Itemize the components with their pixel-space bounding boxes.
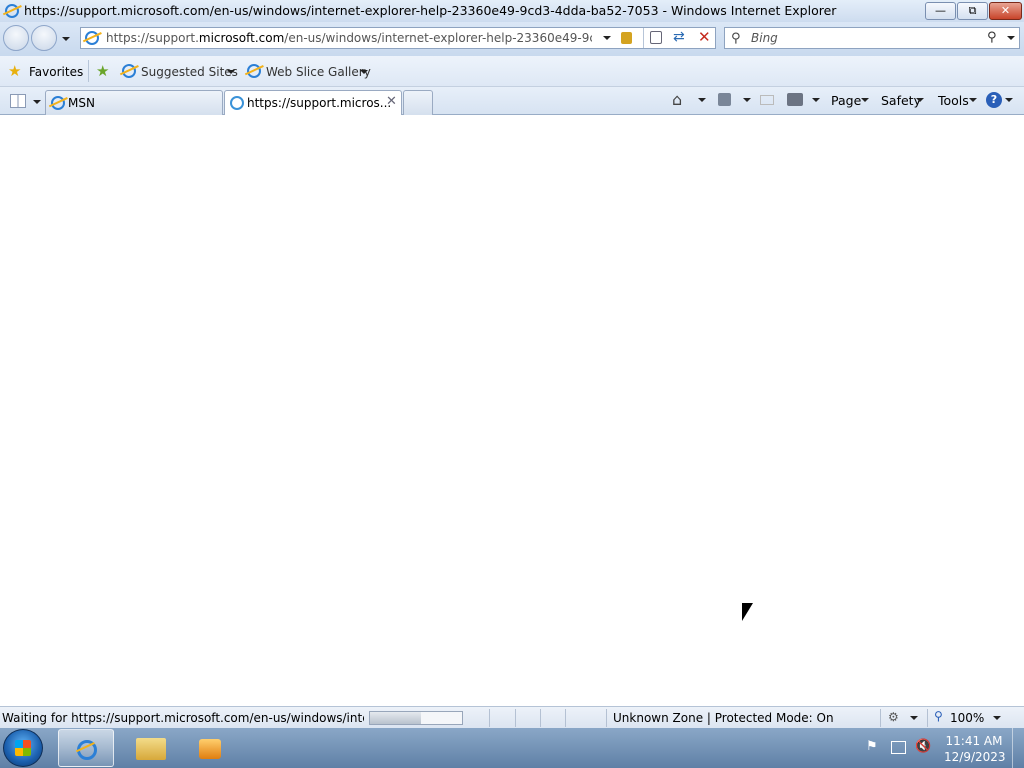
action-center-flag-icon[interactable]: ⚑ — [866, 739, 878, 754]
tools-menu[interactable]: Tools — [938, 93, 969, 108]
status-bar: Waiting for https://support.microsoft.co… — [0, 706, 1024, 728]
help-dropdown[interactable] — [1005, 98, 1013, 102]
back-button[interactable] — [3, 25, 29, 51]
tools-menu-dropdown — [969, 98, 977, 102]
navigation-bar: https://support.microsoft.com/en-us/wind… — [0, 22, 1024, 56]
recent-pages-dropdown[interactable] — [62, 37, 70, 41]
taskbar: ⚑ 🔇 11:41 AM 12/9/2023 — [0, 728, 1024, 768]
web-slice-gallery-dropdown[interactable] — [360, 70, 368, 74]
taskbar-internet-explorer[interactable] — [58, 729, 114, 767]
page-menu-dropdown — [861, 98, 869, 102]
clock-time: 11:41 AM — [945, 734, 1003, 748]
title-bar: https://support.microsoft.com/en-us/wind… — [0, 0, 1024, 22]
tab-support-microsoft[interactable]: https://support.micros... ✕ — [224, 90, 402, 115]
search-options-dropdown[interactable] — [1007, 36, 1015, 40]
web-slice-gallery-link[interactable]: Web Slice Gallery — [266, 65, 371, 79]
refresh-icon[interactable]: ⇄ — [673, 29, 685, 45]
system-clock[interactable]: 11:41 AM 12/9/2023 — [944, 733, 1006, 765]
forward-button[interactable] — [31, 25, 57, 51]
address-dropdown[interactable] — [603, 36, 611, 40]
security-zone[interactable]: Unknown Zone | Protected Mode: On — [613, 711, 834, 725]
address-bar[interactable]: https://support.microsoft.com/en-us/wind… — [80, 27, 716, 49]
print-icon[interactable] — [787, 93, 803, 106]
zoom-level[interactable]: 100% — [950, 711, 984, 725]
add-to-favorites-bar-icon[interactable]: ★ — [96, 62, 109, 80]
home-dropdown[interactable] — [698, 98, 706, 102]
windows-logo-icon — [15, 740, 31, 756]
restore-button[interactable]: ⧉ — [957, 2, 988, 20]
folder-icon — [136, 738, 166, 760]
window-title: https://support.microsoft.com/en-us/wind… — [24, 3, 837, 18]
show-desktop-button[interactable] — [1012, 728, 1024, 768]
zoom-icon: ⚲ — [934, 709, 943, 723]
favorites-bar: ★ Favorites ★ Suggested Sites Web Slice … — [0, 56, 1024, 87]
compatibility-view-icon[interactable] — [650, 31, 662, 44]
suggested-sites-dropdown[interactable] — [227, 70, 235, 74]
home-icon[interactable]: ⌂ — [672, 90, 682, 109]
tab-label: https://support.micros... — [247, 96, 392, 110]
quick-tabs-icon[interactable] — [10, 94, 26, 108]
search-box[interactable]: ⚲ Bing ⚲ — [724, 27, 1020, 49]
search-placeholder: Bing — [751, 31, 778, 45]
security-lock-icon[interactable] — [621, 32, 632, 44]
page-icon — [85, 31, 99, 45]
feeds-icon[interactable] — [718, 93, 731, 106]
close-tab-icon[interactable]: ✕ — [386, 94, 397, 109]
suggested-sites-icon — [122, 64, 136, 78]
read-mail-icon[interactable] — [760, 95, 774, 105]
internet-explorer-icon — [77, 740, 97, 760]
minimize-button[interactable]: — — [925, 2, 956, 20]
tab-list-dropdown[interactable] — [33, 100, 41, 104]
popup-blocker-icon[interactable]: ⚙ — [888, 710, 899, 724]
taskbar-media-player[interactable] — [183, 729, 239, 767]
address-url[interactable]: https://support.microsoft.com/en-us/wind… — [106, 31, 592, 45]
web-slice-gallery-icon — [247, 64, 261, 78]
favorites-star-icon: ★ — [8, 62, 22, 80]
feeds-dropdown[interactable] — [743, 98, 751, 102]
msn-tab-icon — [51, 96, 65, 110]
network-icon[interactable] — [891, 741, 906, 754]
media-player-icon — [199, 739, 221, 759]
help-icon[interactable]: ? — [986, 92, 1002, 108]
ie-icon — [5, 4, 19, 18]
tab-row: MSN https://support.micros... ✕ ⌂ Page S… — [0, 87, 1024, 115]
tab-msn[interactable]: MSN — [45, 90, 223, 115]
bing-search-icon: ⚲ — [731, 31, 741, 46]
mouse-cursor-icon — [742, 603, 753, 621]
page-content[interactable] — [0, 115, 1024, 706]
favorites-button[interactable]: Favorites — [29, 65, 83, 79]
progress-fill — [370, 712, 421, 724]
status-text: Waiting for https://support.microsoft.co… — [2, 711, 364, 725]
zoom-dropdown[interactable] — [993, 716, 1001, 720]
taskbar-windows-explorer[interactable] — [123, 729, 179, 767]
tab-label: MSN — [68, 96, 95, 110]
new-tab-button[interactable] — [403, 90, 433, 115]
safety-menu-dropdown — [916, 98, 924, 102]
loading-icon — [230, 96, 244, 110]
loading-progress-bar — [369, 711, 463, 725]
page-menu[interactable]: Page — [831, 93, 861, 108]
clock-date: 12/9/2023 — [944, 750, 1006, 764]
suggested-sites-link[interactable]: Suggested Sites — [141, 65, 238, 79]
safety-menu[interactable]: Safety — [881, 93, 921, 108]
volume-muted-icon[interactable]: 🔇 — [915, 739, 931, 754]
search-icon[interactable]: ⚲ — [987, 30, 997, 45]
start-button[interactable] — [3, 729, 43, 767]
close-button[interactable]: ✕ — [989, 2, 1022, 20]
print-dropdown[interactable] — [812, 98, 820, 102]
popup-blocker-dropdown[interactable] — [910, 716, 918, 720]
stop-icon[interactable]: ✕ — [698, 28, 711, 46]
